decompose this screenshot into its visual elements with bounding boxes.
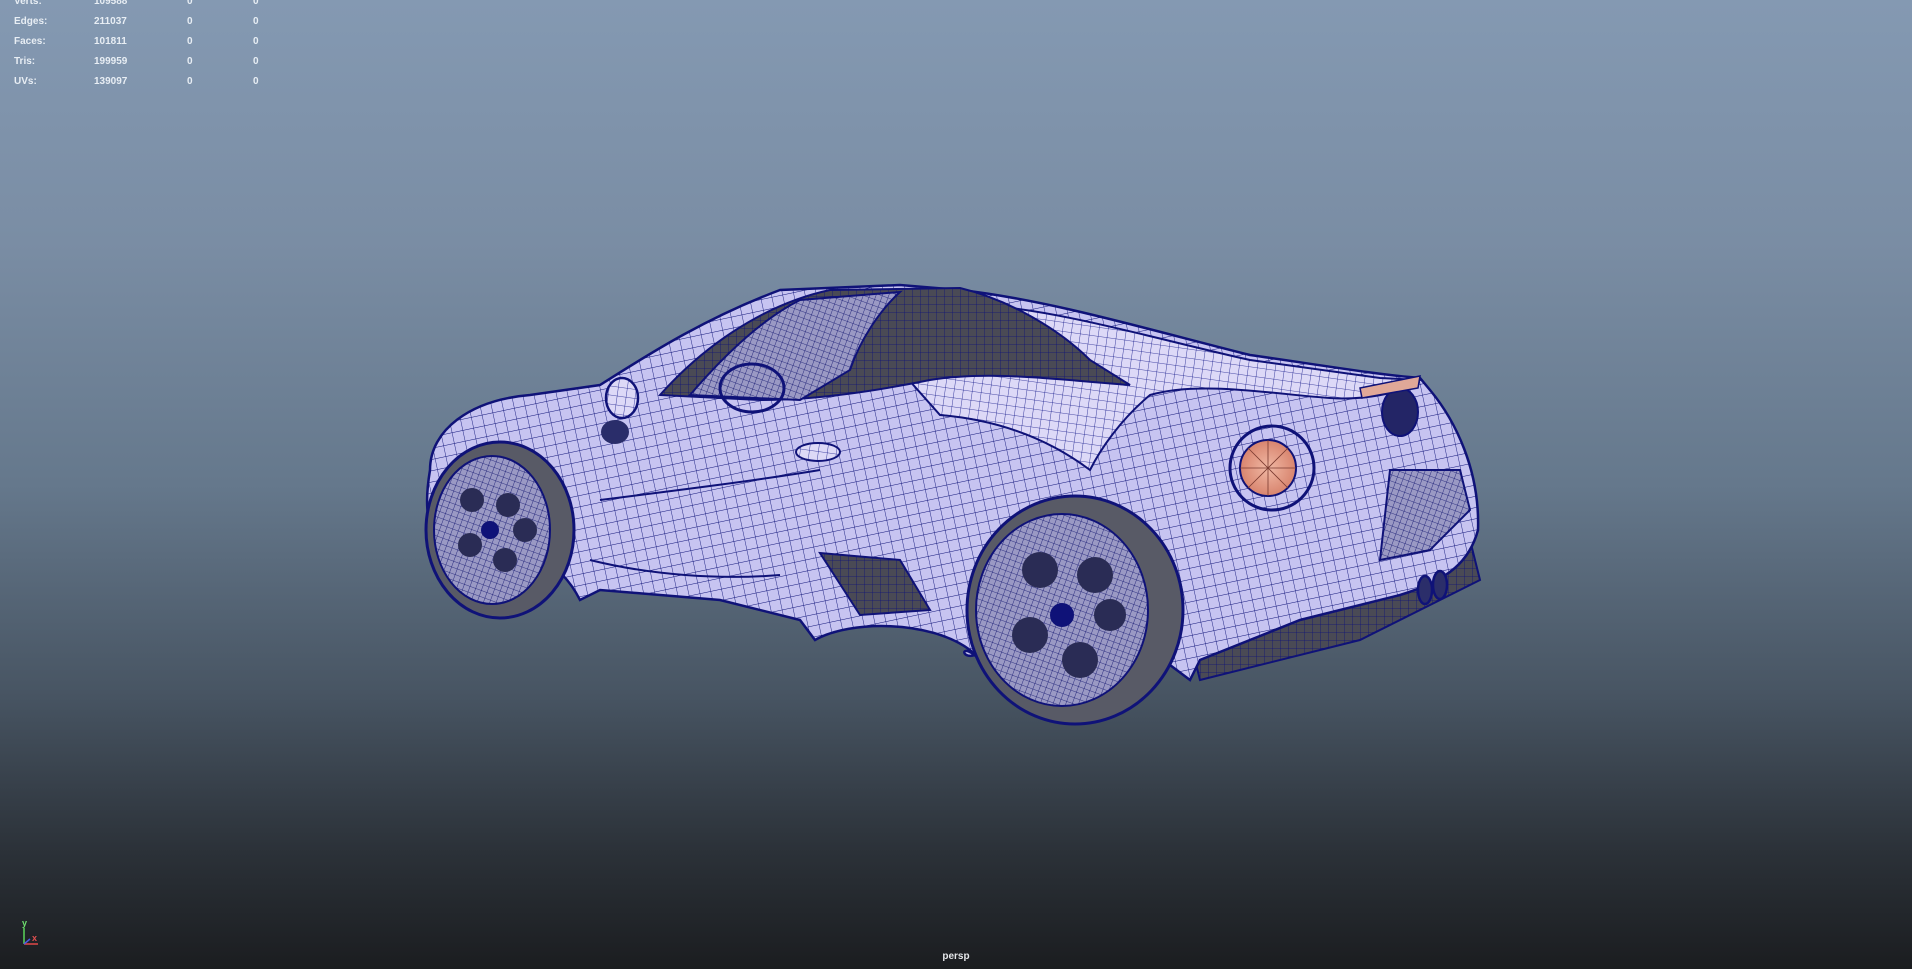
rear-vent — [1381, 387, 1419, 437]
taillight-spokes — [1240, 440, 1296, 496]
rear-wheel — [965, 494, 1185, 726]
camera-label: persp — [942, 951, 970, 962]
front-wheel — [424, 440, 576, 620]
axis-gizmo: y x — [20, 918, 44, 946]
axis-x-label: x — [32, 933, 38, 943]
viewport-3d[interactable] — [0, 0, 1912, 969]
side-mirror — [604, 376, 640, 420]
axis-y-label: y — [22, 918, 28, 928]
mirror-base — [601, 420, 629, 444]
car-model[interactable] — [424, 283, 1482, 726]
door-handle — [795, 442, 841, 462]
